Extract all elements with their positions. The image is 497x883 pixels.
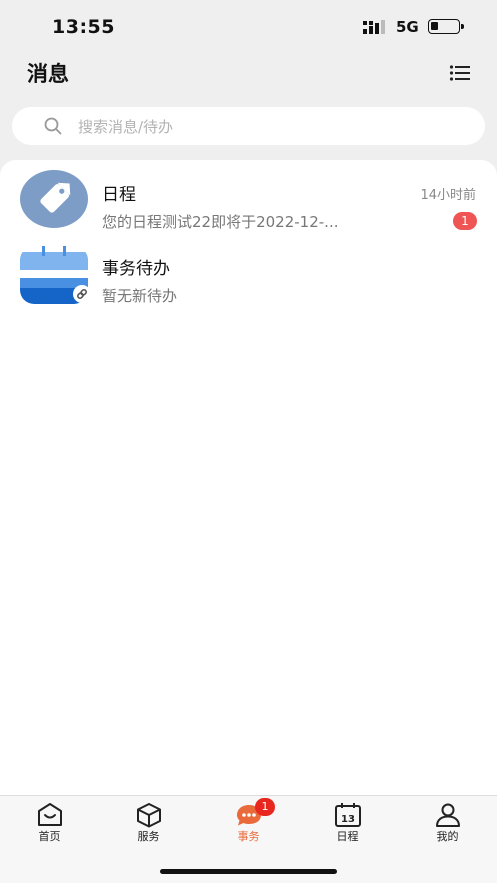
tag-icon bbox=[20, 170, 88, 228]
tab-label: 首页 bbox=[38, 830, 61, 843]
tab-label: 事务 bbox=[237, 830, 260, 843]
message-list: 日程 14小时前 您的日程测试22即将于2022-12-... 1 事务待办 暂… bbox=[0, 160, 497, 796]
home-icon bbox=[38, 803, 62, 826]
message-time: 14小时前 bbox=[420, 188, 476, 203]
list-icon[interactable] bbox=[449, 64, 471, 82]
tab-label: 我的 bbox=[436, 830, 459, 843]
search-placeholder: 搜索消息/待办 bbox=[78, 118, 174, 136]
list-item-schedule[interactable]: 日程 14小时前 您的日程测试22即将于2022-12-... 1 bbox=[0, 168, 497, 242]
user-icon bbox=[436, 803, 460, 827]
status-time: 13:55 bbox=[52, 16, 115, 38]
notification-badge: 1 bbox=[255, 798, 275, 816]
calendar-icon: 13 bbox=[335, 803, 361, 827]
home-indicator bbox=[160, 869, 337, 874]
message-title: 日程 bbox=[102, 185, 136, 205]
search-icon bbox=[44, 117, 62, 135]
status-bar: 13:55 5G bbox=[0, 0, 497, 52]
tab-home[interactable]: 首页 bbox=[0, 796, 99, 852]
page-title: 消息 bbox=[27, 62, 69, 86]
screen: 13:55 5G 消息 搜索消息/待办 日程 14小时前 您的日程测试22即将于… bbox=[0, 0, 497, 883]
battery-icon bbox=[428, 19, 464, 34]
message-preview: 您的日程测试22即将于2022-12-... bbox=[102, 213, 339, 231]
network-type: 5G bbox=[396, 18, 419, 36]
signal-icon bbox=[363, 20, 385, 34]
tab-schedule[interactable]: 13 日程 bbox=[298, 796, 397, 852]
search-input[interactable]: 搜索消息/待办 bbox=[12, 107, 485, 145]
tab-affairs[interactable]: 1 事务 bbox=[199, 796, 298, 852]
box-icon bbox=[137, 803, 161, 828]
tab-mine[interactable]: 我的 bbox=[398, 796, 497, 852]
todo-icon bbox=[20, 246, 88, 304]
tab-label: 服务 bbox=[137, 830, 160, 843]
message-title: 事务待办 bbox=[102, 259, 170, 279]
tab-label: 日程 bbox=[336, 830, 359, 843]
tab-service[interactable]: 服务 bbox=[99, 796, 198, 852]
calendar-day: 13 bbox=[341, 814, 355, 825]
unread-badge: 1 bbox=[453, 212, 477, 230]
message-preview: 暂无新待办 bbox=[102, 287, 178, 305]
list-item-todo[interactable]: 事务待办 暂无新待办 bbox=[0, 244, 497, 318]
